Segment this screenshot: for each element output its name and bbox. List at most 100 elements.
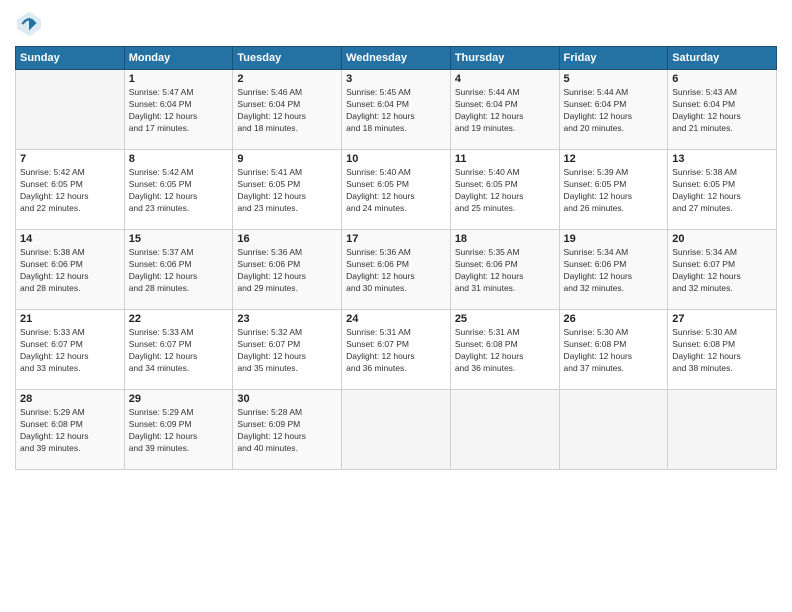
day-info: Sunrise: 5:42 AM Sunset: 6:05 PM Dayligh… [129,167,229,215]
calendar-cell: 21 Sunrise: 5:33 AM Sunset: 6:07 PM Dayli… [16,310,125,390]
calendar-cell: 5 Sunrise: 5:44 AM Sunset: 6:04 PM Daylig… [559,70,668,150]
calendar-cell: 2 Sunrise: 5:46 AM Sunset: 6:04 PM Daylig… [233,70,342,150]
day-info: Sunrise: 5:42 AM Sunset: 6:05 PM Dayligh… [20,167,120,215]
calendar-week-3: 21 Sunrise: 5:33 AM Sunset: 6:07 PM Dayli… [16,310,777,390]
day-number: 22 [129,313,229,325]
calendar-cell: 22 Sunrise: 5:33 AM Sunset: 6:07 PM Dayli… [124,310,233,390]
day-info: Sunrise: 5:38 AM Sunset: 6:05 PM Dayligh… [672,167,772,215]
day-number: 11 [455,153,555,165]
day-number: 21 [20,313,120,325]
day-info: Sunrise: 5:46 AM Sunset: 6:04 PM Dayligh… [237,87,337,135]
day-info: Sunrise: 5:36 AM Sunset: 6:06 PM Dayligh… [237,247,337,295]
header-day-saturday: Saturday [668,47,777,70]
day-number: 6 [672,73,772,85]
day-info: Sunrise: 5:45 AM Sunset: 6:04 PM Dayligh… [346,87,446,135]
calendar-cell: 30 Sunrise: 5:28 AM Sunset: 6:09 PM Dayli… [233,390,342,470]
day-number: 1 [129,73,229,85]
day-number: 30 [237,393,337,405]
day-info: Sunrise: 5:29 AM Sunset: 6:09 PM Dayligh… [129,407,229,455]
calendar-cell: 24Sunrise: 5:31 AM Sunset: 6:07 PM Dayli… [342,310,451,390]
day-number: 12 [564,153,664,165]
calendar-cell [559,390,668,470]
calendar-cell: 11 Sunrise: 5:40 AM Sunset: 6:05 PM Dayli… [450,150,559,230]
day-number: 20 [672,233,772,245]
calendar-week-2: 14 Sunrise: 5:38 AM Sunset: 6:06 PM Dayli… [16,230,777,310]
day-number: 7 [20,153,120,165]
calendar-week-0: 1 Sunrise: 5:47 AM Sunset: 6:04 PM Daylig… [16,70,777,150]
day-info: Sunrise: 5:40 AM Sunset: 6:05 PM Dayligh… [346,167,446,215]
day-number: 23 [237,313,337,325]
calendar-cell: 26 Sunrise: 5:30 AM Sunset: 6:08 PM Dayli… [559,310,668,390]
calendar-cell: 27 Sunrise: 5:30 AM Sunset: 6:08 PM Dayli… [668,310,777,390]
day-info: Sunrise: 5:44 AM Sunset: 6:04 PM Dayligh… [455,87,555,135]
day-number: 5 [564,73,664,85]
day-info: Sunrise: 5:29 AM Sunset: 6:08 PM Dayligh… [20,407,120,455]
calendar-cell: 7 Sunrise: 5:42 AM Sunset: 6:05 PM Daylig… [16,150,125,230]
calendar-cell: 20 Sunrise: 5:34 AM Sunset: 6:07 PM Dayli… [668,230,777,310]
calendar-cell: 25Sunrise: 5:31 AM Sunset: 6:08 PM Dayli… [450,310,559,390]
day-info: Sunrise: 5:38 AM Sunset: 6:06 PM Dayligh… [20,247,120,295]
calendar-week-1: 7 Sunrise: 5:42 AM Sunset: 6:05 PM Daylig… [16,150,777,230]
calendar-cell: 23 Sunrise: 5:32 AM Sunset: 6:07 PM Dayli… [233,310,342,390]
day-number: 15 [129,233,229,245]
calendar-cell [16,70,125,150]
calendar-cell: 8Sunrise: 5:42 AM Sunset: 6:05 PM Daylig… [124,150,233,230]
day-info: Sunrise: 5:33 AM Sunset: 6:07 PM Dayligh… [129,327,229,375]
header [15,10,777,38]
day-info: Sunrise: 5:35 AM Sunset: 6:06 PM Dayligh… [455,247,555,295]
day-info: Sunrise: 5:40 AM Sunset: 6:05 PM Dayligh… [455,167,555,215]
calendar-cell: 12 Sunrise: 5:39 AM Sunset: 6:05 PM Dayli… [559,150,668,230]
calendar-cell: 6 Sunrise: 5:43 AM Sunset: 6:04 PM Daylig… [668,70,777,150]
calendar-cell: 15 Sunrise: 5:37 AM Sunset: 6:06 PM Dayli… [124,230,233,310]
day-info: Sunrise: 5:30 AM Sunset: 6:08 PM Dayligh… [672,327,772,375]
calendar-cell: 10 Sunrise: 5:40 AM Sunset: 6:05 PM Dayli… [342,150,451,230]
calendar-cell [342,390,451,470]
header-day-monday: Monday [124,47,233,70]
day-info: Sunrise: 5:33 AM Sunset: 6:07 PM Dayligh… [20,327,120,375]
day-info: Sunrise: 5:36 AM Sunset: 6:06 PM Dayligh… [346,247,446,295]
calendar-cell: 1 Sunrise: 5:47 AM Sunset: 6:04 PM Daylig… [124,70,233,150]
day-info: Sunrise: 5:28 AM Sunset: 6:09 PM Dayligh… [237,407,337,455]
day-info: Sunrise: 5:32 AM Sunset: 6:07 PM Dayligh… [237,327,337,375]
day-info: Sunrise: 5:44 AM Sunset: 6:04 PM Dayligh… [564,87,664,135]
calendar-cell [450,390,559,470]
day-info: Sunrise: 5:39 AM Sunset: 6:05 PM Dayligh… [564,167,664,215]
calendar-cell: 4 Sunrise: 5:44 AM Sunset: 6:04 PM Daylig… [450,70,559,150]
day-number: 10 [346,153,446,165]
calendar-cell: 18 Sunrise: 5:35 AM Sunset: 6:06 PM Dayli… [450,230,559,310]
day-number: 18 [455,233,555,245]
day-info: Sunrise: 5:30 AM Sunset: 6:08 PM Dayligh… [564,327,664,375]
calendar-cell: 3Sunrise: 5:45 AM Sunset: 6:04 PM Daylig… [342,70,451,150]
logo [15,10,47,38]
header-day-sunday: Sunday [16,47,125,70]
day-number: 13 [672,153,772,165]
day-number: 2 [237,73,337,85]
calendar-cell: 14 Sunrise: 5:38 AM Sunset: 6:06 PM Dayli… [16,230,125,310]
day-number: 14 [20,233,120,245]
day-info: Sunrise: 5:34 AM Sunset: 6:06 PM Dayligh… [564,247,664,295]
day-info: Sunrise: 5:43 AM Sunset: 6:04 PM Dayligh… [672,87,772,135]
day-number: 17 [346,233,446,245]
header-day-tuesday: Tuesday [233,47,342,70]
day-number: 28 [20,393,120,405]
day-number: 26 [564,313,664,325]
calendar-cell: 13 Sunrise: 5:38 AM Sunset: 6:05 PM Dayli… [668,150,777,230]
calendar-cell: 19Sunrise: 5:34 AM Sunset: 6:06 PM Dayli… [559,230,668,310]
page: SundayMondayTuesdayWednesdayThursdayFrid… [0,0,792,612]
day-number: 27 [672,313,772,325]
day-number: 16 [237,233,337,245]
header-day-friday: Friday [559,47,668,70]
day-info: Sunrise: 5:34 AM Sunset: 6:07 PM Dayligh… [672,247,772,295]
day-number: 29 [129,393,229,405]
calendar-header-row: SundayMondayTuesdayWednesdayThursdayFrid… [16,47,777,70]
day-info: Sunrise: 5:47 AM Sunset: 6:04 PM Dayligh… [129,87,229,135]
day-number: 9 [237,153,337,165]
logo-icon [15,10,43,38]
header-day-thursday: Thursday [450,47,559,70]
day-number: 24 [346,313,446,325]
day-info: Sunrise: 5:31 AM Sunset: 6:08 PM Dayligh… [455,327,555,375]
calendar-cell: 16 Sunrise: 5:36 AM Sunset: 6:06 PM Dayli… [233,230,342,310]
day-info: Sunrise: 5:37 AM Sunset: 6:06 PM Dayligh… [129,247,229,295]
day-number: 4 [455,73,555,85]
calendar-cell: 28 Sunrise: 5:29 AM Sunset: 6:08 PM Dayli… [16,390,125,470]
